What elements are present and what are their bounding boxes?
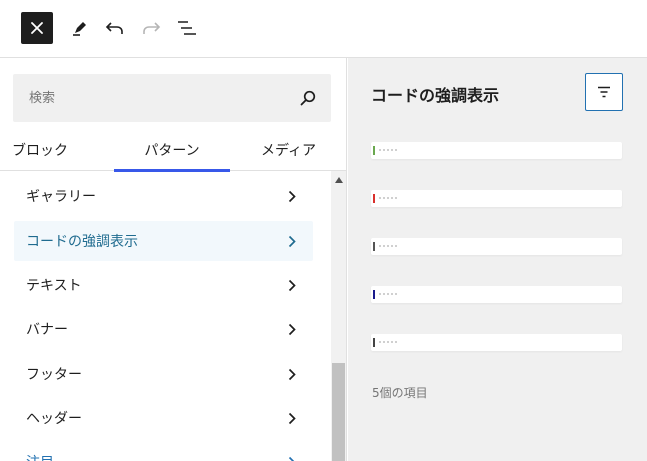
pattern-preview-5[interactable] [371, 334, 622, 351]
preview-text-dots [379, 293, 399, 295]
preview-text-dots [379, 341, 399, 343]
chevron-right-icon [285, 278, 299, 292]
triangle-up-icon [334, 177, 343, 183]
category-gallery[interactable]: ギャラリー [14, 176, 313, 216]
category-text[interactable]: テキスト [14, 265, 313, 305]
tab-patterns[interactable]: パターン [114, 128, 230, 172]
search-icon [300, 90, 316, 106]
category-label: バナー [26, 322, 68, 338]
pattern-preview-2[interactable] [371, 190, 622, 207]
preview-text-dots [379, 197, 399, 199]
chevron-right-icon [285, 411, 299, 425]
category-label: ヘッダー [26, 411, 82, 427]
editor-toolbar [0, 0, 647, 58]
category-label: フッター [26, 367, 82, 383]
undo-icon [105, 22, 123, 34]
accent-bar [373, 146, 375, 155]
category-label: ギャラリー [26, 189, 96, 205]
category-scrollbar[interactable] [331, 171, 346, 461]
category-footer[interactable]: フッター [14, 354, 313, 394]
category-label: 注目 [26, 452, 54, 461]
item-count: 5個の項目 [372, 386, 428, 400]
chevron-right-icon [285, 322, 299, 336]
close-icon [31, 22, 43, 34]
close-button[interactable] [21, 12, 53, 44]
scroll-up-arrow[interactable] [331, 175, 346, 185]
pattern-preview-3[interactable] [371, 238, 622, 255]
category-label: コードの強調表示 [26, 234, 138, 250]
chevron-right-icon [285, 189, 299, 203]
inserter-tabs: ブロック パターン メディア [0, 128, 347, 172]
search-button[interactable] [297, 87, 319, 109]
accent-bar [373, 242, 375, 251]
filter-icon [598, 86, 610, 98]
redo-icon [143, 22, 161, 34]
preview-text-dots [379, 149, 399, 151]
search-box [13, 74, 331, 122]
tools-button[interactable] [66, 14, 94, 42]
chevron-right-icon [285, 455, 299, 461]
pattern-preview-4[interactable] [371, 286, 622, 303]
accent-bar [373, 194, 375, 203]
redo-button[interactable] [137, 14, 165, 42]
category-code-highlight[interactable]: コードの強調表示 [14, 221, 313, 261]
pattern-category-list: ギャラリー コードの強調表示 テキスト バナー フッター ヘッダー [0, 171, 330, 461]
tab-blocks[interactable]: ブロック [0, 128, 80, 171]
accent-bar [373, 338, 375, 347]
category-featured[interactable]: 注目 [14, 442, 313, 461]
filter-button[interactable] [585, 73, 623, 111]
category-banner[interactable]: バナー [14, 309, 313, 349]
list-view-button[interactable] [172, 14, 202, 42]
panel-title: コードの強調表示 [371, 86, 500, 105]
block-inserter: ブロック パターン メディア ギャラリー コードの強調表示 テキスト バナー [0, 58, 347, 461]
undo-button[interactable] [101, 14, 129, 42]
pencil-icon [73, 22, 86, 36]
tab-media[interactable]: メディア [230, 128, 347, 171]
category-header[interactable]: ヘッダー [14, 398, 313, 438]
list-view-icon [178, 21, 196, 35]
preview-text-dots [379, 245, 399, 247]
search-input[interactable] [13, 74, 283, 122]
scrollbar-thumb[interactable] [332, 363, 345, 461]
pattern-preview-1[interactable] [371, 142, 622, 159]
chevron-right-icon [285, 234, 299, 248]
accent-bar [373, 290, 375, 299]
pattern-preview-panel: コードの強調表示 5個の項目 [348, 58, 647, 461]
chevron-right-icon [285, 367, 299, 381]
category-label: テキスト [26, 278, 82, 294]
